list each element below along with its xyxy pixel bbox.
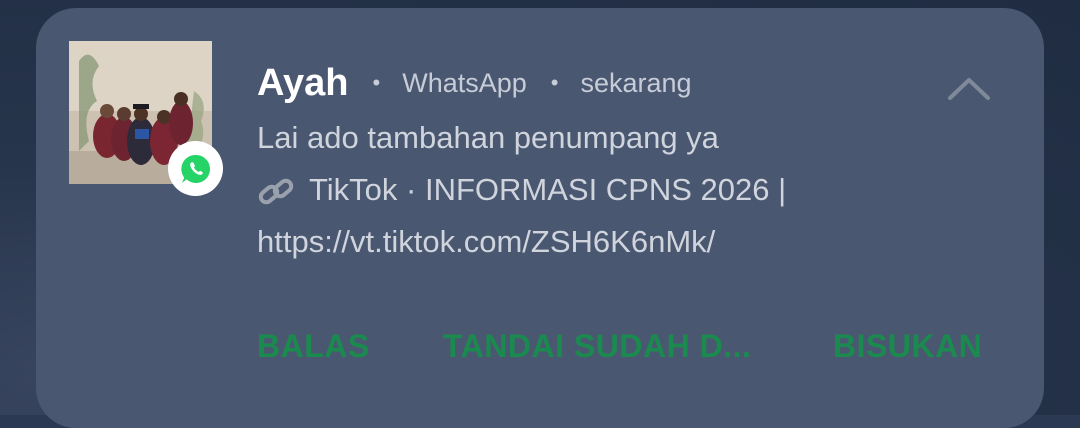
notification-header: Ayah • WhatsApp • sekarang [257,58,692,108]
message-line: Lai ado tambahan penumpang ya [257,120,719,155]
mark-read-button[interactable]: TANDAI SUDAH D... [443,328,751,365]
whatsapp-icon [180,154,210,183]
chevron-up-icon[interactable] [946,72,992,104]
message-url[interactable]: https://vt.tiktok.com/ZSH6K6nMk/ [257,224,715,260]
timestamp: sekarang [580,67,692,98]
separator-dot: • [550,70,559,95]
separator-dot: • [372,70,381,95]
sender-name: Ayah [257,61,349,104]
link-icon [258,178,294,205]
app-name: WhatsApp [402,67,527,98]
mute-button[interactable]: BISUKAN [833,328,982,365]
message-link-title: TikTok · INFORMASI CPNS 2026 | [257,172,786,209]
reply-button[interactable]: BALAS [257,328,370,365]
whatsapp-badge [168,141,223,196]
link-title-text: TikTok · INFORMASI CPNS 2026 | [309,172,787,207]
